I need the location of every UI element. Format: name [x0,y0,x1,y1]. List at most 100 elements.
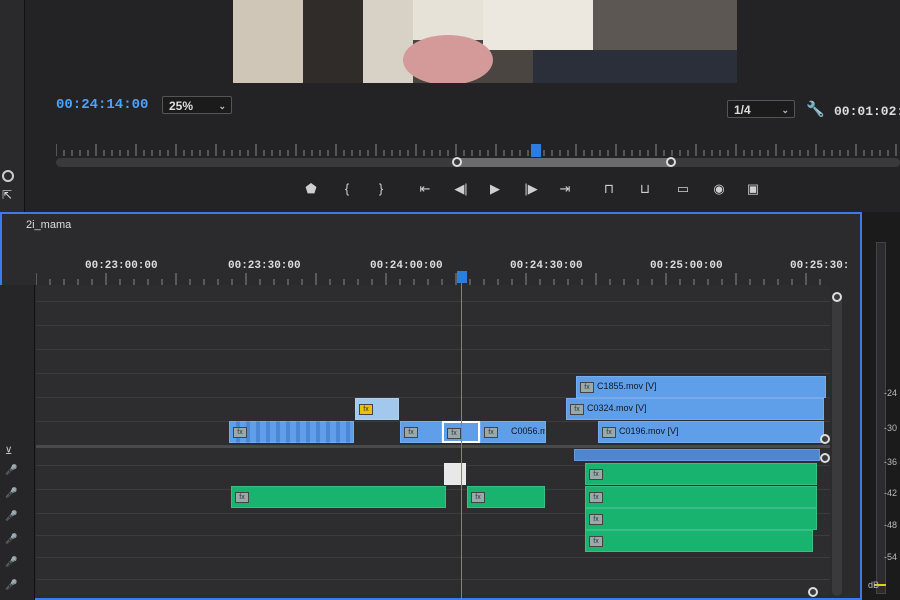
fx-badge: fx [359,404,373,415]
track-headers: ⊻ 🎤 🎤 🎤 🎤 🎤 🎤 [0,285,35,600]
timeline-time-ruler[interactable] [36,273,826,285]
meter-bar [876,242,886,594]
microphone-icon[interactable]: 🎤 [5,557,17,568]
track-divider [36,301,830,302]
track-divider [36,373,830,374]
audio-meter [862,212,900,600]
scrollbar-bottom-handle[interactable] [808,587,818,597]
button-editor-button[interactable]: ▭ [670,178,696,200]
scrollbar-right-handle[interactable] [666,157,676,167]
track-resize-handle[interactable] [820,453,830,463]
current-timecode[interactable]: 00:24:14:00 [56,97,148,113]
monitor-zoom-scrollbar-thumb[interactable] [458,158,672,167]
fx-badge: fx [589,536,603,547]
ruler-label: 00:24:00:00 [370,260,443,272]
fx-badge: fx [484,427,498,438]
step-back-button[interactable]: ◀| [448,178,474,200]
sync-lock-icon[interactable]: ⊻ [5,446,12,457]
audio-clip[interactable]: fx [585,530,813,552]
zoom-level-select[interactable]: 25% ⌄ [162,96,232,114]
compare-view-button[interactable]: ▣ [740,178,766,200]
video-clip[interactable] [574,449,820,461]
audio-clip[interactable]: fx [585,486,817,508]
fx-badge: fx [580,382,594,393]
microphone-icon[interactable]: 🎤 [5,488,17,499]
fx-badge: fx [233,427,247,438]
video-preview [233,0,737,83]
video-clip[interactable]: fx C1855.mov [V] [576,376,826,398]
chevron-down-icon: ⌄ [781,105,789,115]
db-label: -24 [884,388,898,398]
timeline-tracks[interactable]: fx C1855.mov [V] fx fx C0324.mov [V] fx … [36,285,830,595]
zoom-level-value: 25% [169,99,194,113]
microphone-icon[interactable]: 🎤 [5,465,17,476]
chevron-down-icon: ⌄ [218,101,226,111]
playback-resolution-select[interactable]: 1/4 ⌄ [727,100,795,118]
video-clip[interactable]: fx [229,421,354,443]
timeline-playhead[interactable] [457,271,467,283]
video-frame-image [233,0,737,83]
go-to-in-button[interactable]: ⇤ [412,178,438,200]
export-icon[interactable]: ⇱ [2,188,12,202]
track-divider [36,579,830,580]
mark-out-button[interactable]: } [368,178,394,200]
video-clip[interactable]: fx [355,398,399,420]
wrench-icon[interactable]: 🔧 [806,100,825,118]
video-clip[interactable]: fx [400,421,442,443]
audio-clip[interactable]: fx [585,508,817,530]
clip-label: C0324.mov [V] [587,403,647,413]
fx-badge: fx [589,469,603,480]
video-clip[interactable]: fx C0324.mov [V] [566,398,824,420]
video-clip[interactable]: fx C0056.m [480,421,546,443]
audio-clip-selected[interactable] [444,463,466,485]
playhead-line[interactable] [461,276,462,600]
microphone-icon[interactable]: 🎤 [5,580,17,591]
db-unit-label: dB [868,580,880,590]
panel-scroll-handle[interactable] [2,170,14,182]
db-label: -42 [884,488,898,498]
track-resize-handle[interactable] [820,434,830,444]
clip-label: C1855.mov [V] [597,381,657,391]
video-audio-divider[interactable] [36,445,830,448]
db-label: -54 [884,552,898,562]
lift-button[interactable]: ⊓ [596,178,622,200]
go-to-out-button[interactable]: ⇥ [552,178,578,200]
fx-badge: fx [235,492,249,503]
ruler-label: 00:23:00:00 [85,260,158,272]
timeline-vertical-scrollbar[interactable] [832,296,842,596]
scrollbar-top-handle[interactable] [832,292,842,302]
duration-timecode: 00:01:02:0 [834,104,900,119]
step-forward-button[interactable]: |▶ [518,178,544,200]
play-button[interactable]: ▶ [482,178,508,200]
video-clip[interactable]: fx C0196.mov [V] [598,421,824,443]
fx-badge: fx [589,514,603,525]
track-divider [36,349,830,350]
db-label: -48 [884,520,898,530]
transport-controls: ⬟ {} ⇤ ◀| ▶ |▶ ⇥ ⊓ ⊔ ▭ ◉ ▣ [290,178,770,200]
microphone-icon[interactable]: 🎤 [5,511,17,522]
track-divider [36,557,830,558]
ruler-label: 00:25:30: [790,260,850,272]
mark-in-button[interactable]: { [334,178,360,200]
extract-button[interactable]: ⊔ [632,178,658,200]
add-marker-button[interactable]: ⬟ [298,178,324,200]
ruler-label: 00:25:00:00 [650,260,723,272]
audio-clip[interactable]: fx [231,486,446,508]
audio-clip[interactable]: fx [467,486,545,508]
ruler-label: 00:24:30:00 [510,260,583,272]
clip-label: C0196.mov [V] [619,426,679,436]
fx-badge: fx [471,492,485,503]
db-label: -30 [884,423,898,433]
export-frame-button[interactable]: ◉ [706,178,732,200]
sequence-tab[interactable]: 2i_mama [26,219,71,231]
microphone-icon[interactable]: 🎤 [5,534,17,545]
fx-badge: fx [447,428,461,439]
resolution-value: 1/4 [734,103,751,117]
monitor-time-ruler[interactable] [56,144,900,156]
timeline-ruler-labels: 00:23:00:00 00:23:30:00 00:24:00:00 00:2… [0,260,862,274]
fx-badge: fx [602,427,616,438]
scrollbar-left-handle[interactable] [452,157,462,167]
monitor-playhead[interactable] [531,144,541,157]
audio-clip[interactable]: fx [585,463,817,485]
left-panel-strip: ⇱ [0,0,25,212]
